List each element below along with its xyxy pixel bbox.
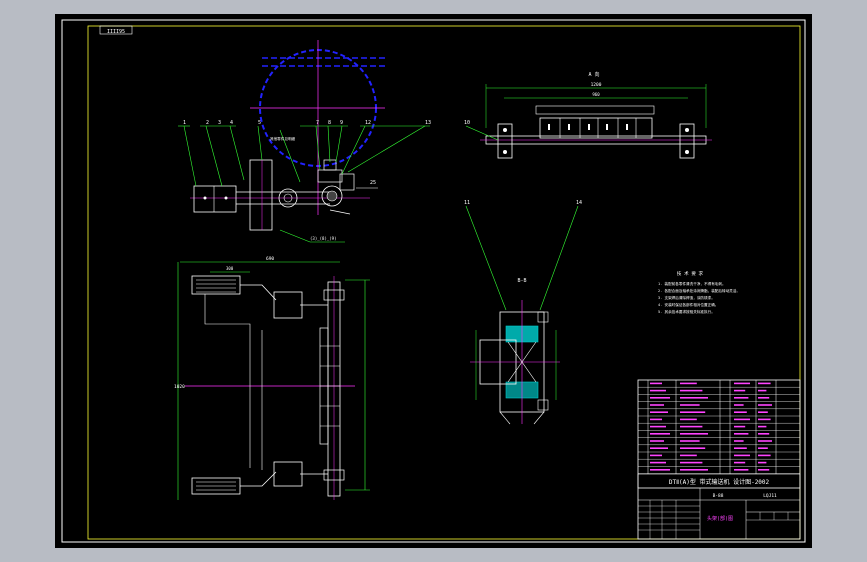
svg-text:4. 安装时保证各部件相对位置正确。: 4. 安装时保证各部件相对位置正确。: [658, 302, 718, 307]
svg-text:1020: 1020: [174, 384, 185, 390]
parts-row-entry: [758, 389, 767, 392]
parts-row-entry: [734, 454, 750, 457]
cad-viewport[interactable]: IIII95 25 1 2 3 4 5 其他零件见明细 7 8 9 12 13 …: [0, 0, 867, 562]
svg-text:7: 7: [316, 120, 319, 126]
parts-row-entry: [734, 404, 744, 406]
parts-row-entry: [680, 433, 708, 435]
parts-row-entry: [758, 433, 770, 435]
svg-text:25: 25: [370, 180, 376, 186]
parts-row-entry: [680, 447, 706, 449]
svg-text:3. 支架焊后清除焊渣，涂防锈漆。: 3. 支架焊后清除焊渣，涂防锈漆。: [658, 295, 715, 300]
parts-row-entry: [650, 440, 664, 442]
parts-row-entry: [758, 447, 768, 449]
parts-row-entry: [680, 389, 703, 392]
svg-text:5. 其余技术要求按相关标准执行。: 5. 其余技术要求按相关标准执行。: [658, 309, 715, 314]
svg-text:(3)_(8)_(9): (3)_(8)_(9): [310, 236, 337, 241]
svg-text:12: 12: [365, 120, 371, 126]
svg-text:10: 10: [464, 120, 470, 126]
parts-row-entry: [650, 447, 668, 449]
parts-row-entry: [734, 418, 750, 421]
svg-text:960: 960: [592, 92, 600, 97]
svg-text:1200: 1200: [591, 82, 602, 88]
svg-text:2. 各配合面及轴承处涂润滑脂，装配后转动灵活。: 2. 各配合面及轴承处涂润滑脂，装配后转动灵活。: [658, 288, 740, 293]
svg-text:1: 1: [183, 120, 186, 126]
drawing-canvas: IIII95 25 1 2 3 4 5 其他零件见明细 7 8 9 12 13 …: [55, 14, 812, 548]
parts-row-entry: [734, 389, 746, 392]
parts-row-entry: [680, 411, 706, 413]
parts-row-entry: [680, 382, 697, 385]
svg-text:14: 14: [576, 200, 582, 206]
parts-row-entry: [650, 425, 666, 428]
parts-row-entry: [758, 418, 771, 421]
svg-text:8: 8: [328, 120, 331, 126]
parts-row-entry: [758, 454, 771, 457]
svg-text:9: 9: [340, 120, 343, 126]
svg-text:300: 300: [226, 266, 234, 271]
svg-text:13: 13: [425, 120, 431, 126]
parts-row-entry: [758, 440, 772, 442]
svg-text:4: 4: [230, 120, 233, 126]
parts-row-entry: [734, 382, 750, 385]
svg-text:技 术 要 求: 技 术 要 求: [677, 270, 704, 277]
svg-text:B-B: B-B: [517, 278, 526, 284]
parts-row-entry: [680, 469, 708, 471]
parts-row-entry: [734, 447, 747, 449]
parts-row-entry: [680, 404, 700, 406]
parts-row-entry: [680, 440, 700, 442]
svg-text:其他零件见明细: 其他零件见明细: [270, 136, 296, 141]
drawing-title: DTⅡ(A)型 带式输送机 设计图-2002: [669, 478, 770, 486]
parts-row-entry: [680, 397, 708, 399]
parts-row-entry: [734, 433, 749, 435]
parts-row-entry: [734, 397, 749, 399]
frame-code: IIII95: [107, 29, 125, 35]
svg-text:5: 5: [258, 120, 261, 126]
parts-row-entry: [734, 461, 746, 464]
parts-row-entry: [758, 425, 767, 428]
parts-row-entry: [734, 469, 749, 471]
parts-row-entry: [758, 461, 767, 464]
parts-row-entry: [758, 397, 770, 399]
parts-row-entry: [680, 454, 697, 457]
parts-row-entry: [758, 382, 771, 385]
parts-row-entry: [650, 411, 668, 413]
parts-row-entry: [650, 469, 670, 471]
parts-row-entry: [650, 454, 662, 457]
parts-row-entry: [650, 389, 666, 392]
parts-row-entry: [650, 433, 670, 435]
parts-row-entry: [650, 397, 670, 399]
svg-text:LQJ11: LQJ11: [763, 493, 777, 499]
parts-row-entry: [680, 461, 703, 464]
svg-text:1. 装配前各零件清洗干净，不得有毛刺。: 1. 装配前各零件清洗干净，不得有毛刺。: [658, 281, 726, 286]
parts-row-entry: [758, 404, 772, 406]
parts-row-entry: [734, 425, 746, 428]
parts-row-entry: [734, 411, 747, 413]
parts-row-entry: [650, 418, 662, 421]
parts-row-entry: [680, 418, 697, 421]
parts-row-entry: [734, 440, 744, 442]
svg-text:11: 11: [464, 200, 470, 206]
drawing-name: 头架(部)图: [707, 515, 733, 522]
svg-text:2: 2: [206, 120, 209, 126]
svg-text:3: 3: [218, 120, 221, 126]
paper-background: [55, 14, 812, 548]
parts-row-entry: [758, 411, 768, 413]
svg-text:690: 690: [266, 256, 274, 262]
parts-row-entry: [650, 461, 666, 464]
parts-row-entry: [650, 382, 662, 385]
parts-row-entry: [758, 469, 770, 471]
parts-row-entry: [680, 425, 703, 428]
svg-text:B-88: B-88: [713, 493, 724, 499]
svg-text:A 向: A 向: [588, 71, 599, 78]
parts-row-entry: [650, 404, 664, 406]
